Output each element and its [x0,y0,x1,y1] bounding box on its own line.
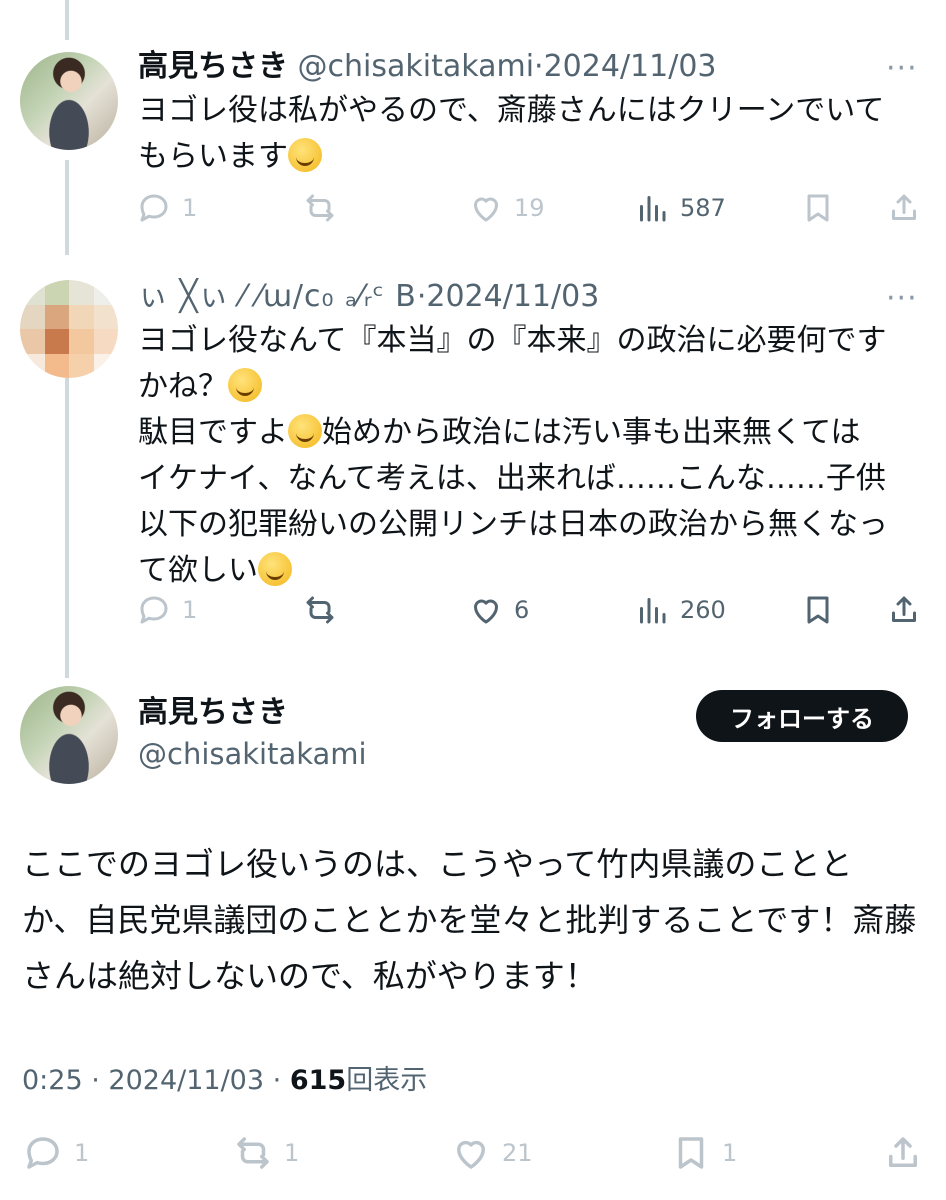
share-icon [889,1137,917,1167]
rolling-on-floor-laughing-emoji [288,138,322,172]
thread-line-1 [65,160,69,255]
like-count: 19 [514,194,545,222]
views-icon [640,196,666,222]
views-label: 回表示 [346,1065,428,1096]
tweet-text: ここでのヨゴレ役いうのは、こうやって竹内県議のことと か、自民党県議団のこととか… [22,845,917,995]
display-name[interactable]: 高見ちさき [138,49,288,84]
views-count: 615 [289,1065,347,1096]
bookmark-button[interactable] [800,592,836,628]
tweet-time[interactable]: 0:25 [22,1065,83,1096]
avatar[interactable] [20,52,118,150]
separator-dot: · [91,1065,100,1096]
views-button[interactable]: 260 [634,592,726,628]
more-options-icon[interactable]: ··· [886,284,918,314]
like-button[interactable]: 19 [468,190,545,226]
tweet-text: ヨゴレ役は私がやるので、斎藤さんにはクリーンでいて もらいます [138,93,885,174]
bookmark-icon [807,596,829,624]
share-button[interactable] [886,190,922,226]
tweet-date[interactable]: 2024/11/03 [426,279,599,314]
share-icon [892,596,916,622]
like-button[interactable]: 6 [468,592,529,628]
avatar-blurred[interactable] [20,280,118,378]
like-button[interactable]: 21 [450,1132,533,1174]
views-button[interactable]: 587 [634,190,726,226]
bookmark-button[interactable] [800,190,836,226]
separator-dot: · [272,1065,282,1096]
views-icon [640,598,666,624]
tweet-date[interactable]: 2024/11/03 [544,49,717,84]
like-icon [474,197,498,222]
display-name[interactable]: 高見ちさき [138,698,288,728]
reply-button[interactable]: 1 [136,592,197,628]
retweet-button[interactable]: 1 [232,1132,299,1174]
user-handle[interactable]: @chisakitakami [138,740,367,769]
retweet-button[interactable] [302,190,348,226]
reply-icon [27,1137,59,1169]
reply-button[interactable]: 1 [22,1132,89,1174]
bookmark-icon [678,1137,704,1169]
views-count: 260 [680,596,726,624]
retweet-icon [306,194,334,222]
tweet-text: ヨゴレ役なんて『本当』の『本来』の政治に必要何です かね？ 駄目ですよ 始めから政… [138,323,888,588]
share-icon [892,194,916,220]
like-icon [474,599,498,624]
retweet-count: 1 [284,1139,300,1167]
more-options-icon[interactable]: ··· [886,54,918,84]
tweet-meta: 0:25 · 2024/11/03 · 615回表示 [22,1058,427,1097]
share-button[interactable] [886,592,922,628]
reply-button[interactable]: 1 [136,190,197,226]
like-count: 21 [502,1139,533,1167]
share-button[interactable] [882,1132,924,1174]
bookmark-button[interactable]: 1 [670,1132,737,1174]
follow-button[interactable]: フォローする [696,690,908,742]
retweet-button[interactable] [302,592,348,628]
face-holding-back-tears-emoji [258,552,292,586]
reply-icon [140,194,168,222]
separator-dot: · [534,49,544,84]
tweet-date[interactable]: 2024/11/03 [108,1065,264,1096]
thinking-face-emoji [228,368,262,402]
face-holding-back-tears-emoji [288,414,322,448]
reply-count: 1 [182,596,198,624]
retweet-icon [306,596,334,624]
bookmark-icon [807,194,829,222]
display-name-blurred[interactable]: ぃ ╳ぃ ⁄ ⁄ɯ/ⅽ₀ ₐ⁄ᵣᶜ B [138,279,417,314]
bookmark-count: 1 [722,1139,738,1167]
like-count: 6 [514,596,530,624]
thread-line-2 [65,378,69,678]
user-handle[interactable]: @chisakitakami [298,49,535,84]
reply-count: 1 [182,194,198,222]
separator-dot: · [416,279,427,314]
retweet-icon [237,1137,269,1169]
reply-count: 1 [74,1139,90,1167]
tweet-header: 高見ちさき @chisakitakami·2024/11/03 [138,52,717,82]
thread-line-top [65,0,69,40]
reply-icon [140,596,168,624]
views-count: 587 [680,194,726,222]
like-icon [457,1140,485,1169]
avatar[interactable] [20,686,118,784]
tweet-header: ぃ ╳ぃ ⁄ ⁄ɯ/ⅽ₀ ₐ⁄ᵣᶜ B·2024/11/03 [138,282,599,312]
